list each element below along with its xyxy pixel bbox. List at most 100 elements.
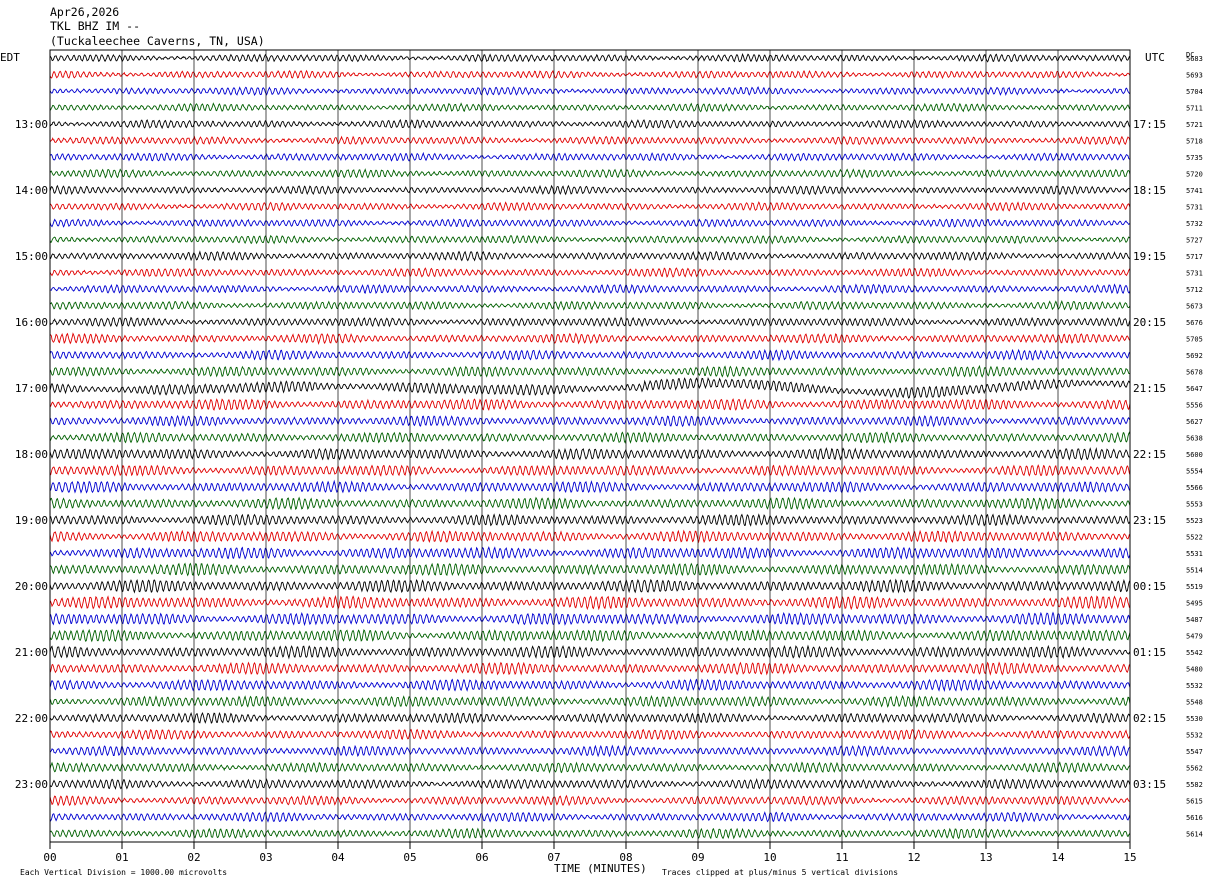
trace-line bbox=[49, 513, 1131, 527]
right-axis-title: UTC bbox=[1145, 51, 1165, 64]
right-time-label: 22:15 bbox=[1133, 448, 1166, 461]
dc-offset-label: 5693 bbox=[1186, 72, 1203, 80]
dc-offset-label: 5718 bbox=[1186, 138, 1203, 146]
left-time-label: 18:00 bbox=[15, 448, 48, 461]
trace-line bbox=[49, 728, 1131, 741]
right-time-label: 02:15 bbox=[1133, 712, 1166, 725]
dc-offset-label: 5704 bbox=[1186, 88, 1203, 96]
x-tick-label: 14 bbox=[1051, 851, 1065, 864]
trace-line bbox=[49, 377, 1131, 399]
trace-line bbox=[49, 201, 1131, 212]
x-tick-label: 04 bbox=[331, 851, 345, 864]
trace-line bbox=[49, 283, 1131, 295]
trace-line bbox=[49, 711, 1131, 725]
dc-offset-label: 5721 bbox=[1186, 121, 1203, 129]
dc-offset-label: 5547 bbox=[1186, 748, 1203, 756]
trace-group bbox=[49, 53, 1131, 840]
dc-offset-label: 5731 bbox=[1186, 270, 1203, 278]
right-time-label: 21:15 bbox=[1133, 382, 1166, 395]
left-time-label: 21:00 bbox=[15, 646, 48, 659]
scale-note: Each Vertical Division = 1000.00 microvo… bbox=[20, 868, 228, 877]
right-time-label: 19:15 bbox=[1133, 250, 1166, 263]
dc-offset-label: 5562 bbox=[1186, 765, 1203, 773]
trace-line bbox=[49, 678, 1131, 693]
x-tick-label: 02 bbox=[187, 851, 200, 864]
x-tick-label: 00 bbox=[43, 851, 56, 864]
right-time-label: 03:15 bbox=[1133, 778, 1166, 791]
dc-offset-label: 5532 bbox=[1186, 682, 1203, 690]
dc-offset-label: 5514 bbox=[1186, 567, 1203, 575]
trace-line bbox=[49, 135, 1131, 146]
dc-offset-label: 5530 bbox=[1186, 715, 1203, 723]
trace-line bbox=[49, 496, 1131, 511]
trace-line bbox=[49, 316, 1131, 328]
trace-line bbox=[49, 777, 1131, 790]
x-tick-label: 09 bbox=[691, 851, 704, 864]
x-tick-label: 06 bbox=[475, 851, 488, 864]
right-time-label: 18:15 bbox=[1133, 184, 1166, 197]
dc-offset-label: 5523 bbox=[1186, 517, 1203, 525]
time-grid bbox=[121, 50, 1059, 842]
trace-line bbox=[49, 578, 1131, 594]
dc-offset-label: 5554 bbox=[1186, 468, 1203, 476]
dc-offset-label: 5741 bbox=[1186, 187, 1203, 195]
trace-line bbox=[49, 234, 1131, 245]
dc-offset-label: 5615 bbox=[1186, 798, 1203, 806]
dc-offset-label: 5614 bbox=[1186, 831, 1203, 839]
dc-offset-label: 5717 bbox=[1186, 253, 1203, 261]
trace-line bbox=[49, 661, 1131, 676]
trace-line bbox=[49, 644, 1131, 660]
trace-line bbox=[49, 744, 1131, 758]
seismogram-plot: EDT UTC DC00 01 02 03 04 05 06 07 08 09 10 11 12 13 14 15… bbox=[0, 49, 1203, 864]
right-time-label: 20:15 bbox=[1133, 316, 1166, 329]
dc-offset-label: 5553 bbox=[1186, 501, 1203, 509]
trace-line bbox=[49, 267, 1131, 278]
clip-note: Traces clipped at plus/minus 5 vertical … bbox=[662, 868, 899, 877]
left-time-label: 19:00 bbox=[15, 514, 48, 527]
trace-line bbox=[49, 611, 1131, 627]
right-time-label: 23:15 bbox=[1133, 514, 1166, 527]
trace-line bbox=[49, 694, 1131, 708]
trace-line bbox=[49, 811, 1131, 823]
trace-line bbox=[49, 447, 1131, 461]
dc-offset-label: 5712 bbox=[1186, 286, 1203, 294]
dc-offset-label: 5711 bbox=[1186, 105, 1203, 113]
trace-line bbox=[49, 529, 1131, 544]
dc-offset-label: 5548 bbox=[1186, 699, 1203, 707]
trace-line bbox=[49, 53, 1131, 63]
x-tick-label: 13 bbox=[979, 851, 992, 864]
trace-line bbox=[49, 397, 1131, 411]
left-time-label: 17:00 bbox=[15, 382, 48, 395]
trace-line bbox=[49, 184, 1131, 196]
dc-offset-label: 5556 bbox=[1186, 402, 1203, 410]
dc-offset-label: 5705 bbox=[1186, 336, 1203, 344]
trace-line bbox=[49, 69, 1131, 80]
trace-line bbox=[49, 479, 1131, 494]
trace-line bbox=[49, 151, 1131, 162]
trace-line bbox=[49, 118, 1131, 130]
dc-offset-label: 5479 bbox=[1186, 633, 1203, 641]
plot-frame bbox=[49, 49, 1131, 843]
dc-offset-label: 5727 bbox=[1186, 237, 1203, 245]
dc-offset-label: 5582 bbox=[1186, 781, 1203, 789]
trace-line bbox=[49, 546, 1131, 560]
dc-offset-label: 5720 bbox=[1186, 171, 1203, 179]
dc-offset-label: 5480 bbox=[1186, 666, 1203, 674]
left-time-label: 22:00 bbox=[15, 712, 48, 725]
x-axis-title: TIME (MINUTES) bbox=[554, 862, 647, 875]
trace-line bbox=[49, 431, 1131, 444]
dc-offset-label: 5522 bbox=[1186, 534, 1203, 542]
trace-line bbox=[49, 794, 1131, 807]
left-axis-title: EDT bbox=[0, 51, 20, 64]
dc-offset-label: 5731 bbox=[1186, 204, 1203, 212]
right-time-label: 01:15 bbox=[1133, 646, 1166, 659]
left-time-label: 23:00 bbox=[15, 778, 48, 791]
dc-offset-label: 5732 bbox=[1186, 220, 1203, 228]
dc-offset-label: 5692 bbox=[1186, 352, 1203, 360]
trace-line bbox=[49, 464, 1131, 477]
left-time-label: 16:00 bbox=[15, 316, 48, 329]
left-time-label: 13:00 bbox=[15, 118, 48, 131]
x-tick-label: 10 bbox=[763, 851, 776, 864]
trace-line bbox=[49, 300, 1131, 311]
x-tick-label: 11 bbox=[835, 851, 848, 864]
